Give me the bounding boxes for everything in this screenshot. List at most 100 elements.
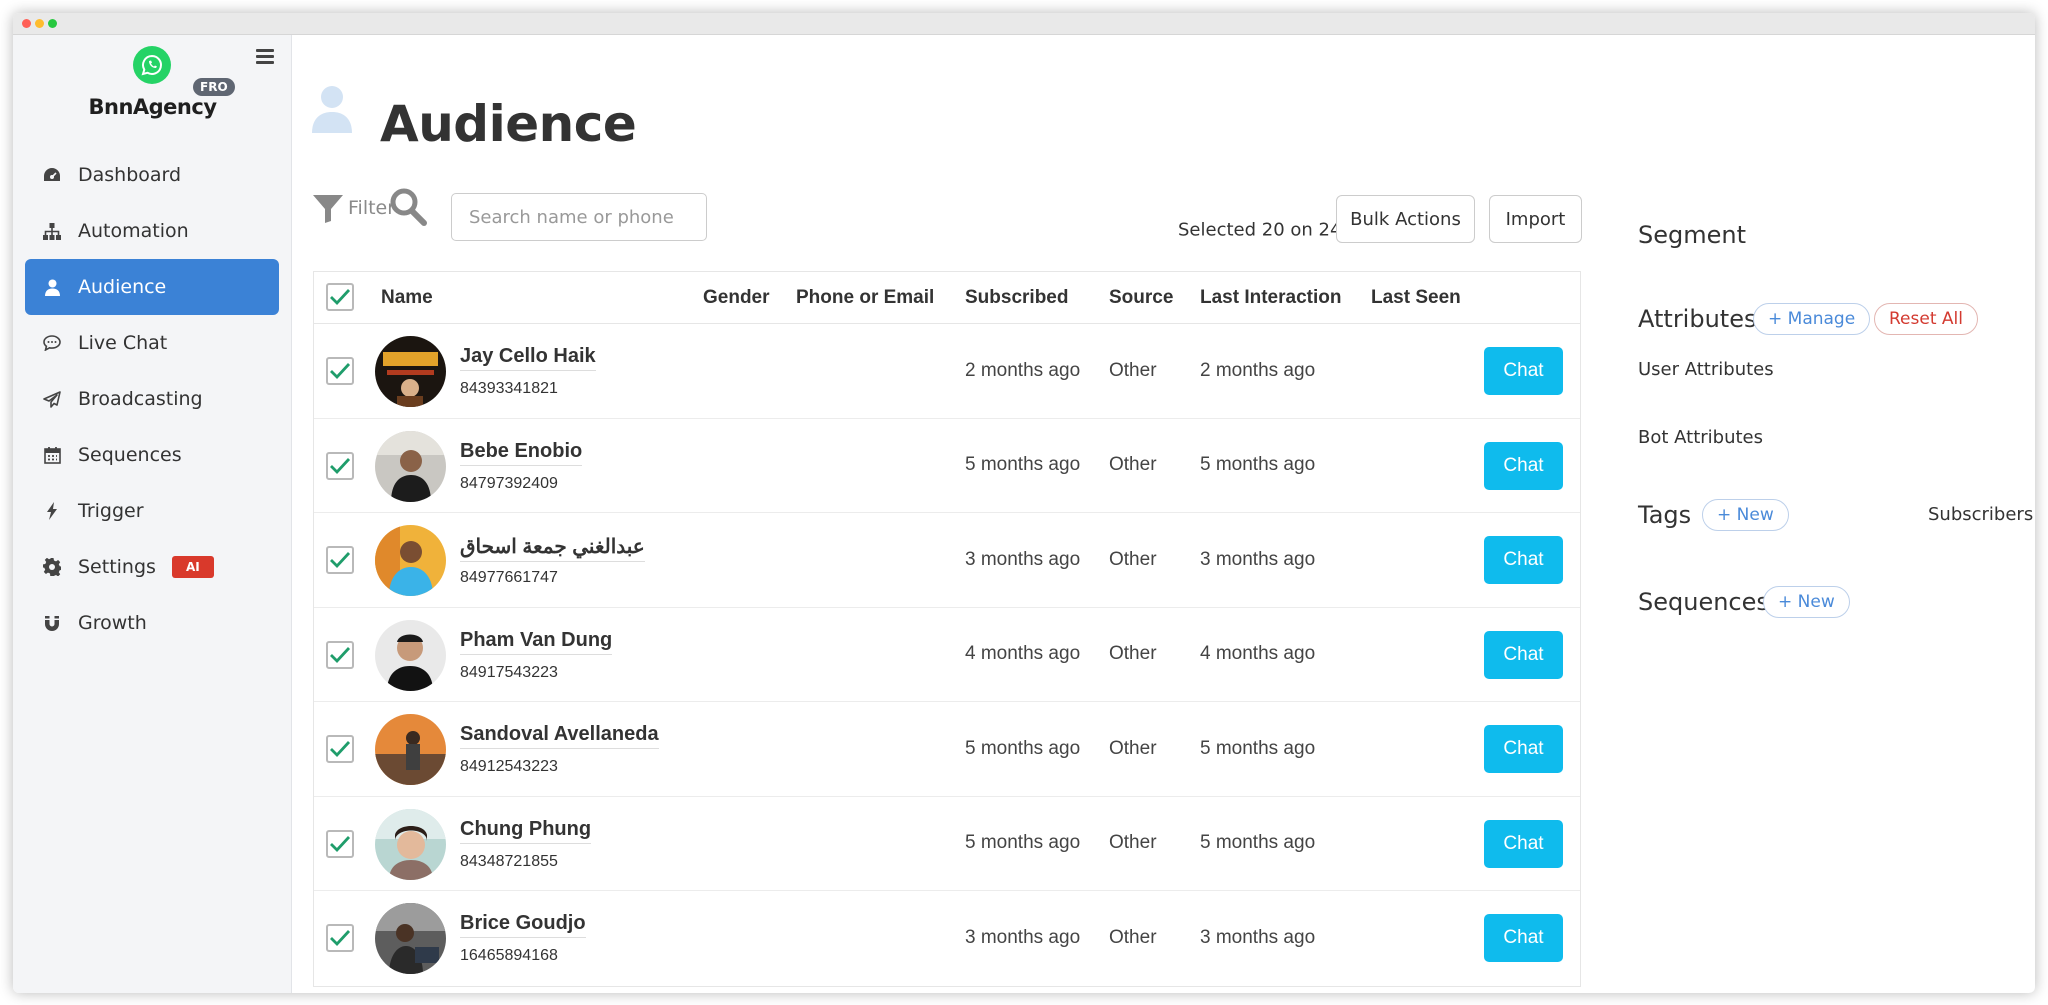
chat-button[interactable]: Chat bbox=[1484, 536, 1563, 584]
column-header-last-seen[interactable]: Last Seen bbox=[1371, 287, 1461, 309]
avatar[interactable] bbox=[375, 525, 446, 596]
paper-plane-icon bbox=[42, 389, 62, 409]
contact-name[interactable]: Chung Phung bbox=[460, 818, 592, 844]
avatar[interactable] bbox=[375, 430, 446, 502]
last-interaction-cell: 5 months ago bbox=[1200, 737, 1316, 759]
dashboard-icon bbox=[42, 165, 62, 185]
contact-name[interactable]: Sandoval Avellaneda bbox=[460, 723, 659, 749]
source-cell: Other bbox=[1109, 737, 1157, 759]
select-all-checkbox[interactable] bbox=[326, 283, 354, 311]
close-window-button[interactable] bbox=[22, 19, 31, 28]
gear-icon bbox=[42, 557, 62, 577]
menu-toggle-icon[interactable] bbox=[256, 49, 274, 67]
contact-name[interactable]: Brice Goudjo bbox=[460, 912, 586, 938]
last-interaction-cell: 5 months ago bbox=[1200, 832, 1316, 854]
last-interaction-cell: 3 months ago bbox=[1200, 548, 1316, 570]
contact-phone: 84917543223 bbox=[460, 663, 558, 681]
title-bar bbox=[13, 13, 2035, 35]
user-attributes-label[interactable]: User Attributes bbox=[1638, 359, 1774, 380]
column-header-phone-or-email[interactable]: Phone or Email bbox=[796, 287, 934, 309]
avatar[interactable] bbox=[375, 714, 446, 785]
row-checkbox[interactable] bbox=[326, 829, 354, 858]
contact-name[interactable]: عبدالغني جمعة اسحاق bbox=[460, 534, 645, 562]
sidebar: FRO BnnAgency Dashboard Automation Audie… bbox=[13, 35, 292, 993]
import-button[interactable]: Import bbox=[1489, 195, 1582, 243]
tags-title: Tags bbox=[1638, 501, 1692, 529]
sidebar-item-settings[interactable]: Settings AI bbox=[25, 539, 279, 595]
sidebar-item-growth[interactable]: Growth bbox=[25, 595, 279, 651]
audience-table: Name Gender Phone or Email Subscribed So… bbox=[313, 271, 1581, 987]
column-header-last-interaction[interactable]: Last Interaction bbox=[1200, 287, 1341, 309]
plan-badge: FRO bbox=[193, 78, 235, 96]
row-checkbox[interactable] bbox=[326, 924, 354, 952]
table-row: Bebe Enobio 84797392409 5 months ago Oth… bbox=[314, 419, 1580, 513]
column-header-name[interactable]: Name bbox=[381, 287, 433, 309]
sidebar-item-dashboard[interactable]: Dashboard bbox=[25, 147, 279, 203]
subscribed-cell: 3 months ago bbox=[965, 548, 1081, 570]
contact-name[interactable]: Bebe Enobio bbox=[460, 440, 583, 466]
contact-phone: 84912543223 bbox=[460, 758, 558, 775]
contact-name[interactable]: Pham Van Dung bbox=[460, 629, 613, 655]
bulk-actions-button[interactable]: Bulk Actions bbox=[1336, 195, 1475, 243]
sidebar-item-trigger[interactable]: Trigger bbox=[25, 483, 279, 539]
subscribed-cell: 5 months ago bbox=[965, 832, 1081, 854]
audience-title-icon bbox=[312, 85, 352, 138]
brand-name: BnnAgency bbox=[88, 95, 217, 119]
chat-button[interactable]: Chat bbox=[1484, 819, 1563, 868]
sidebar-item-label: Automation bbox=[78, 220, 189, 242]
avatar[interactable] bbox=[375, 336, 446, 407]
sidebar-item-broadcasting[interactable]: Broadcasting bbox=[25, 371, 279, 427]
sidebar-item-sequences[interactable]: Sequences bbox=[25, 427, 279, 483]
row-checkbox[interactable] bbox=[326, 546, 354, 574]
whatsapp-logo bbox=[133, 46, 171, 84]
manage-attributes-button[interactable]: + Manage bbox=[1753, 303, 1871, 335]
chat-button[interactable]: Chat bbox=[1484, 347, 1563, 395]
contact-phone: 84393341821 bbox=[460, 380, 558, 397]
contact-phone: 84797392409 bbox=[460, 474, 558, 492]
sidebar-item-label: Settings bbox=[78, 556, 156, 578]
sequences-title: Sequences bbox=[1638, 588, 1769, 616]
reset-all-button[interactable]: Reset All bbox=[1874, 303, 1978, 335]
row-checkbox[interactable] bbox=[326, 357, 354, 385]
avatar[interactable] bbox=[375, 808, 446, 880]
avatar[interactable] bbox=[375, 903, 446, 974]
chat-button[interactable]: Chat bbox=[1484, 725, 1563, 773]
new-sequence-button[interactable]: + New bbox=[1763, 586, 1850, 618]
table-row: Brice Goudjo 16465894168 3 months ago Ot… bbox=[314, 891, 1580, 986]
sidebar-item-label: Live Chat bbox=[78, 332, 168, 354]
new-tag-button[interactable]: + New bbox=[1702, 499, 1789, 531]
row-checkbox[interactable] bbox=[326, 640, 354, 669]
sidebar-item-audience[interactable]: Audience bbox=[25, 259, 279, 315]
subscribed-cell: 3 months ago bbox=[965, 927, 1081, 949]
table-row: عبدالغني جمعة اسحاق 84977661747 3 months… bbox=[314, 513, 1580, 608]
table-header: Name Gender Phone or Email Subscribed So… bbox=[314, 272, 1580, 324]
chat-button[interactable]: Chat bbox=[1484, 914, 1563, 962]
maximize-window-button[interactable] bbox=[48, 19, 57, 28]
filter-button[interactable]: Filter bbox=[312, 192, 395, 224]
segment-title: Segment bbox=[1638, 221, 1746, 249]
bot-attributes-label[interactable]: Bot Attributes bbox=[1638, 427, 1763, 448]
search-input[interactable] bbox=[451, 193, 707, 241]
subscribed-cell: 4 months ago bbox=[965, 643, 1081, 665]
chat-button[interactable]: Chat bbox=[1484, 441, 1563, 490]
chat-button[interactable]: Chat bbox=[1484, 630, 1563, 679]
calendar-icon bbox=[42, 445, 62, 465]
contact-name[interactable]: Jay Cello Haik bbox=[460, 345, 596, 371]
source-cell: Other bbox=[1109, 832, 1157, 854]
attributes-title: Attributes bbox=[1638, 305, 1757, 333]
column-header-source[interactable]: Source bbox=[1109, 287, 1173, 309]
avatar[interactable] bbox=[375, 619, 446, 691]
subscribed-cell: 2 months ago bbox=[965, 359, 1081, 381]
row-checkbox[interactable] bbox=[326, 451, 354, 480]
column-header-subscribed[interactable]: Subscribed bbox=[965, 287, 1068, 309]
minimize-window-button[interactable] bbox=[35, 19, 44, 28]
sidebar-item-live-chat[interactable]: Live Chat bbox=[25, 315, 279, 371]
sitemap-icon bbox=[42, 221, 62, 241]
sidebar-item-automation[interactable]: Automation bbox=[25, 203, 279, 259]
row-checkbox[interactable] bbox=[326, 735, 354, 763]
source-cell: Other bbox=[1109, 548, 1157, 570]
sidebar-item-label: Trigger bbox=[78, 500, 144, 522]
filter-label: Filter bbox=[348, 197, 396, 219]
search-icon[interactable] bbox=[389, 187, 427, 232]
column-header-gender[interactable]: Gender bbox=[703, 287, 770, 309]
